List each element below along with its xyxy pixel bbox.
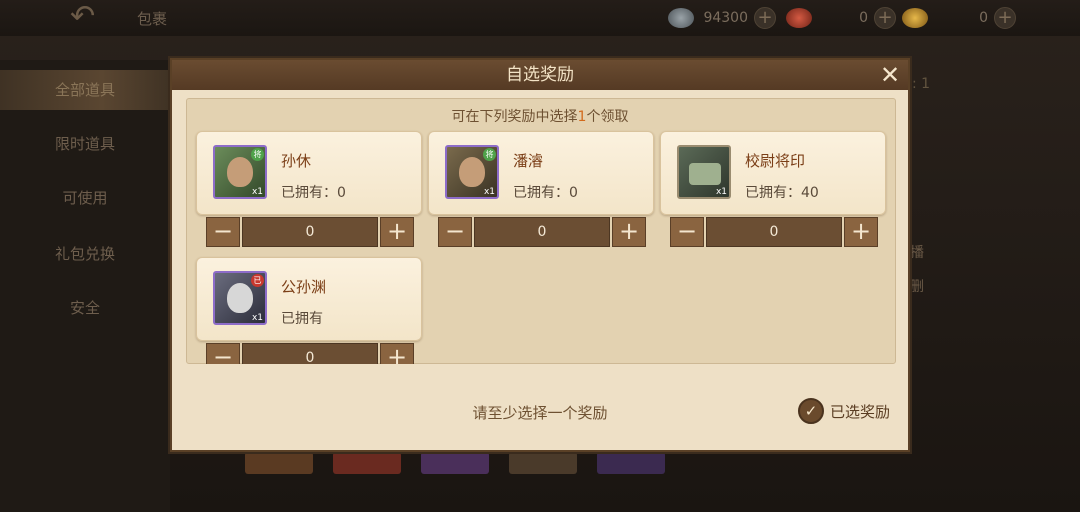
selected-rewards-label: 已选奖励 (830, 402, 891, 421)
quantity-stepper: − 0 + (670, 217, 880, 247)
add-gold-button[interactable]: + (994, 7, 1016, 29)
checkbox-icon: ✓ (798, 398, 824, 424)
reward-card[interactable]: 已 x1 公孙渊 已拥有 (196, 257, 422, 341)
decrement-button[interactable]: − (670, 217, 704, 247)
item-quantity-badge: x1 (483, 187, 495, 197)
background-fragment-mid-1: 播 (910, 245, 924, 261)
increment-button[interactable]: + (380, 343, 414, 364)
dialog-header: 自选奖励 ✕ (172, 60, 908, 90)
sidebar-item-all[interactable]: 全部道具 (0, 70, 170, 110)
item-quantity-badge: x1 (251, 313, 263, 323)
reward-card[interactable]: 将 x1 孙休 已拥有：0 (196, 131, 422, 215)
background-fragment-mid-2: 删 (910, 279, 924, 295)
seal-icon (689, 163, 721, 185)
reward-name: 公孙渊 (281, 278, 327, 296)
quantity-stepper: − 0 + (438, 217, 648, 247)
sidebar: 全部道具 限时道具 可使用 礼包兑换 安全 (0, 60, 170, 512)
increment-button[interactable]: + (844, 217, 878, 247)
resource-silver: 94300 + (668, 6, 776, 30)
quantity-stepper: − 0 + (206, 343, 416, 364)
owned-count: 已拥有：0 (281, 185, 346, 201)
back-arrow-icon[interactable]: ↶ (70, 2, 116, 32)
background-item-slot (597, 452, 665, 474)
background-item-slot (421, 452, 489, 474)
sidebar-item-limited[interactable]: 限时道具 (0, 124, 170, 164)
selected-rewards-button[interactable]: ✓ 已选奖励 (798, 397, 890, 425)
close-icon[interactable]: ✕ (876, 62, 904, 88)
add-red-button[interactable]: + (874, 7, 896, 29)
reward-name: 校尉将印 (745, 152, 806, 170)
owned-count: 已拥有：0 (513, 185, 578, 201)
increment-button[interactable]: + (612, 217, 646, 247)
reward-card[interactable]: x1 校尉将印 已拥有：40 (660, 131, 886, 215)
quantity-field[interactable]: 0 (474, 217, 610, 247)
resource-red: 0 + (786, 6, 896, 30)
subtitle-suffix: 个领取 (586, 109, 629, 125)
sidebar-item-usable[interactable]: 可使用 (0, 178, 170, 218)
quantity-field[interactable]: 0 (242, 217, 378, 247)
quantity-field[interactable]: 0 (242, 343, 378, 364)
gold-value: 0 (979, 10, 988, 26)
dialog-title: 自选奖励 (506, 65, 574, 85)
quantity-stepper: − 0 + (206, 217, 416, 247)
resource-gold: 0 + (902, 6, 1016, 30)
silver-coin-icon (668, 8, 694, 28)
decrement-button[interactable]: − (206, 343, 240, 364)
page-title: 包裹 (137, 10, 168, 28)
reward-select-dialog: 自选奖励 ✕ 可在下列奖励中选择1个领取 将 x1 孙休 已拥有：0 − 0 +… (170, 58, 910, 452)
reward-name: 潘濬 (513, 152, 544, 170)
sidebar-item-security[interactable]: 安全 (0, 288, 170, 328)
sidebar-item-gift-exchange[interactable]: 礼包兑换 (0, 234, 170, 274)
subtitle-prefix: 可在下列奖励中选择 (451, 109, 578, 125)
item-quantity-badge: x1 (251, 187, 263, 197)
background-item-slot (509, 452, 577, 474)
decrement-button[interactable]: − (438, 217, 472, 247)
general-tag-icon: 将 (483, 148, 496, 161)
gold-ingot-icon (902, 8, 928, 28)
background-item-slot (333, 452, 401, 474)
portrait-figure (227, 283, 253, 313)
general-tag-icon: 将 (251, 148, 264, 161)
background-item-slot (245, 452, 313, 474)
general-portrait: 将 x1 (445, 145, 499, 199)
decrement-button[interactable]: − (206, 217, 240, 247)
reward-name: 孙休 (281, 152, 312, 170)
quantity-field[interactable]: 0 (706, 217, 842, 247)
red-value: 0 (859, 10, 868, 26)
silver-value: 94300 (703, 10, 748, 26)
increment-button[interactable]: + (380, 217, 414, 247)
reward-card[interactable]: 将 x1 潘濬 已拥有：0 (428, 131, 654, 215)
general-tag-icon: 已 (251, 274, 264, 287)
add-silver-button[interactable]: + (754, 7, 776, 29)
dialog-subtitle: 可在下列奖励中选择1个领取 (172, 106, 908, 126)
item-icon: x1 (677, 145, 731, 199)
red-ingot-icon (786, 8, 812, 28)
portrait-figure (459, 157, 485, 187)
general-portrait: 已 x1 (213, 271, 267, 325)
top-bar: ↶ 包裹 94300 + 0 + 0 + (0, 0, 1080, 36)
item-quantity-badge: x1 (715, 187, 727, 197)
owned-count: 已拥有：40 (745, 185, 819, 201)
owned-count: 已拥有 (281, 311, 323, 327)
portrait-figure (227, 157, 253, 187)
background-fragment-top: : 1 (912, 76, 931, 92)
general-portrait: 将 x1 (213, 145, 267, 199)
reward-list-scroll[interactable]: 已 x1 公孙渊 已拥有 − 0 + (186, 256, 896, 364)
